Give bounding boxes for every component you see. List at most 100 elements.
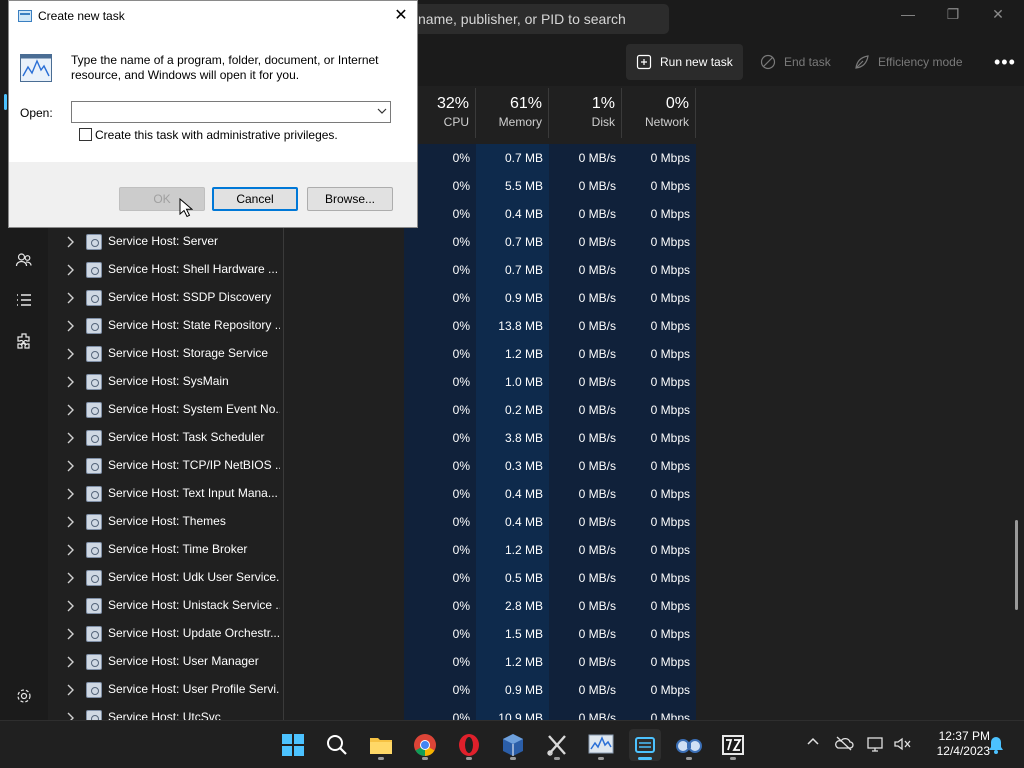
dialog-title-bar[interactable]: Create new task ✕ <box>9 1 417 32</box>
table-row[interactable]: Service Host: Text Input Mana... 0% 0.4 MB… <box>56 480 696 508</box>
snipping-tool-icon[interactable] <box>541 729 573 761</box>
chevron-right-icon[interactable] <box>66 376 76 388</box>
cpu-value: 0% <box>404 676 476 704</box>
admin-privileges-label[interactable]: Create this task with administrative pri… <box>95 128 338 142</box>
chevron-right-icon[interactable] <box>66 320 76 332</box>
network-value: 0 Mbps <box>622 144 696 172</box>
chrome-icon[interactable] <box>409 729 441 761</box>
network-column-header[interactable]: 0% Network <box>622 88 696 138</box>
open-combobox-input[interactable] <box>71 101 391 123</box>
settings-icon[interactable] <box>12 684 36 708</box>
memory-value: 0.9 MB <box>476 284 549 312</box>
service-host-icon <box>86 682 102 698</box>
table-row[interactable]: Service Host: Shell Hardware ... 0% 0.7 MB… <box>56 256 696 284</box>
process-name: Service Host: User Manager <box>108 654 259 668</box>
chevron-down-icon[interactable] <box>373 102 390 122</box>
start-icon[interactable] <box>277 729 309 761</box>
chevron-right-icon[interactable] <box>66 264 76 276</box>
clock-date: 12/4/2023 <box>936 744 990 758</box>
table-row[interactable]: Service Host: User Manager 0% 1.2 MB 0 MB/s… <box>56 648 696 676</box>
binoculars-icon[interactable] <box>673 729 705 761</box>
volume-muted-icon[interactable] <box>892 735 912 755</box>
table-row[interactable]: Service Host: Server 0% 0.7 MB 0 MB/s 0 Mbps <box>56 228 696 256</box>
minimize-button[interactable]: — <box>893 6 923 24</box>
table-row[interactable]: Service Host: SysMain 0% 1.0 MB 0 MB/s 0 Mbp… <box>56 368 696 396</box>
notification-bell-icon[interactable] <box>986 735 1006 755</box>
service-host-icon <box>86 234 102 250</box>
chevron-right-icon[interactable] <box>66 488 76 500</box>
chevron-right-icon[interactable] <box>66 712 76 720</box>
chevron-right-icon[interactable] <box>66 404 76 416</box>
memory-value: 1.2 MB <box>476 536 549 564</box>
disk-column-header[interactable]: 1% Disk <box>549 88 622 138</box>
running-indicator <box>510 757 516 760</box>
table-row[interactable]: Service Host: Udk User Service... 0% 0.5 M… <box>56 564 696 592</box>
table-row[interactable]: Service Host: Time Broker 0% 1.2 MB 0 MB/s 0… <box>56 536 696 564</box>
virtualbox-icon[interactable] <box>497 729 529 761</box>
process-name: Service Host: Text Input Mana... <box>108 486 278 500</box>
chevron-right-icon[interactable] <box>66 656 76 668</box>
onedrive-icon[interactable] <box>834 735 854 755</box>
performance-monitor-icon[interactable] <box>585 729 617 761</box>
close-window-button[interactable]: ✕ <box>983 6 1013 24</box>
table-row[interactable]: Service Host: User Profile Servi... 0% 0.9… <box>56 676 696 704</box>
table-row[interactable]: Service Host: Unistack Service ... 0% 2.8 … <box>56 592 696 620</box>
opera-icon[interactable] <box>453 729 485 761</box>
efficiency-mode-button[interactable]: Efficiency mode <box>844 44 973 80</box>
chevron-right-icon[interactable] <box>66 236 76 248</box>
close-icon[interactable]: ✕ <box>392 7 410 25</box>
table-row[interactable]: Service Host: Themes 0% 0.4 MB 0 MB/s 0 Mbps <box>56 508 696 536</box>
memory-column-header[interactable]: 61% Memory <box>476 88 549 138</box>
run-new-task-button[interactable]: Run new task <box>626 44 743 80</box>
running-indicator <box>466 757 472 760</box>
7zip-icon[interactable] <box>717 729 749 761</box>
chevron-right-icon[interactable] <box>66 628 76 640</box>
disk-value: 0 MB/s <box>549 592 622 620</box>
chevron-right-icon[interactable] <box>66 460 76 472</box>
network-value: 0 Mbps <box>622 340 696 368</box>
services-icon[interactable] <box>12 329 36 353</box>
table-row[interactable]: Service Host: System Event No... 0% 0.2 MB… <box>56 396 696 424</box>
users-icon[interactable] <box>12 248 36 272</box>
end-task-button[interactable]: End task <box>750 44 841 80</box>
open-label: Open: <box>20 106 53 120</box>
maximize-button[interactable]: ❐ <box>938 6 968 24</box>
clock[interactable]: 12:37 PM 12/4/2023 <box>918 729 990 759</box>
chevron-right-icon[interactable] <box>66 516 76 528</box>
cpu-value: 0% <box>404 564 476 592</box>
chevron-right-icon[interactable] <box>66 600 76 612</box>
table-row[interactable]: Service Host: Update Orchestr... 0% 1.5 MB… <box>56 620 696 648</box>
table-row[interactable]: Service Host: Task Scheduler 0% 3.8 MB 0 MB… <box>56 424 696 452</box>
disk-value: 0 MB/s <box>549 228 622 256</box>
details-icon[interactable] <box>12 288 36 312</box>
chevron-right-icon[interactable] <box>66 684 76 696</box>
chevron-right-icon[interactable] <box>66 292 76 304</box>
file-explorer-icon[interactable] <box>365 729 397 761</box>
chevron-right-icon[interactable] <box>66 348 76 360</box>
network-icon[interactable] <box>866 735 886 755</box>
chevron-right-icon[interactable] <box>66 432 76 444</box>
browse-button[interactable]: Browse... <box>307 187 393 211</box>
search-icon[interactable] <box>321 729 353 761</box>
admin-privileges-checkbox[interactable] <box>79 128 92 141</box>
chevron-right-icon[interactable] <box>66 544 76 556</box>
disk-value: 0 MB/s <box>549 312 622 340</box>
search-input[interactable]: name, publisher, or PID to search <box>410 4 669 34</box>
table-row[interactable]: Service Host: Storage Service 0% 1.2 MB 0 M… <box>56 340 696 368</box>
table-row[interactable]: Service Host: State Repository ... 0% 13.8… <box>56 312 696 340</box>
cancel-button[interactable]: Cancel <box>212 187 298 211</box>
disk-value: 0 MB/s <box>549 256 622 284</box>
cpu-value: 0% <box>404 424 476 452</box>
disk-value: 0 MB/s <box>549 620 622 648</box>
chevron-up-icon[interactable] <box>803 735 823 755</box>
process-name: Service Host: TCP/IP NetBIOS ... <box>108 458 280 472</box>
scrollbar-thumb[interactable] <box>1015 520 1018 610</box>
more-options-button[interactable]: ••• <box>984 44 1024 80</box>
table-row[interactable]: Service Host: UtcSvc 0% 10.9 MB 0 MB/s 0 Mbp… <box>56 704 696 720</box>
service-host-icon <box>86 430 102 446</box>
chevron-right-icon[interactable] <box>66 572 76 584</box>
task-manager-icon[interactable] <box>629 729 661 761</box>
table-row[interactable]: Service Host: TCP/IP NetBIOS ... 0% 0.3 MB… <box>56 452 696 480</box>
disk-value: 0 MB/s <box>549 648 622 676</box>
table-row[interactable]: Service Host: SSDP Discovery 0% 0.9 MB 0 MB… <box>56 284 696 312</box>
